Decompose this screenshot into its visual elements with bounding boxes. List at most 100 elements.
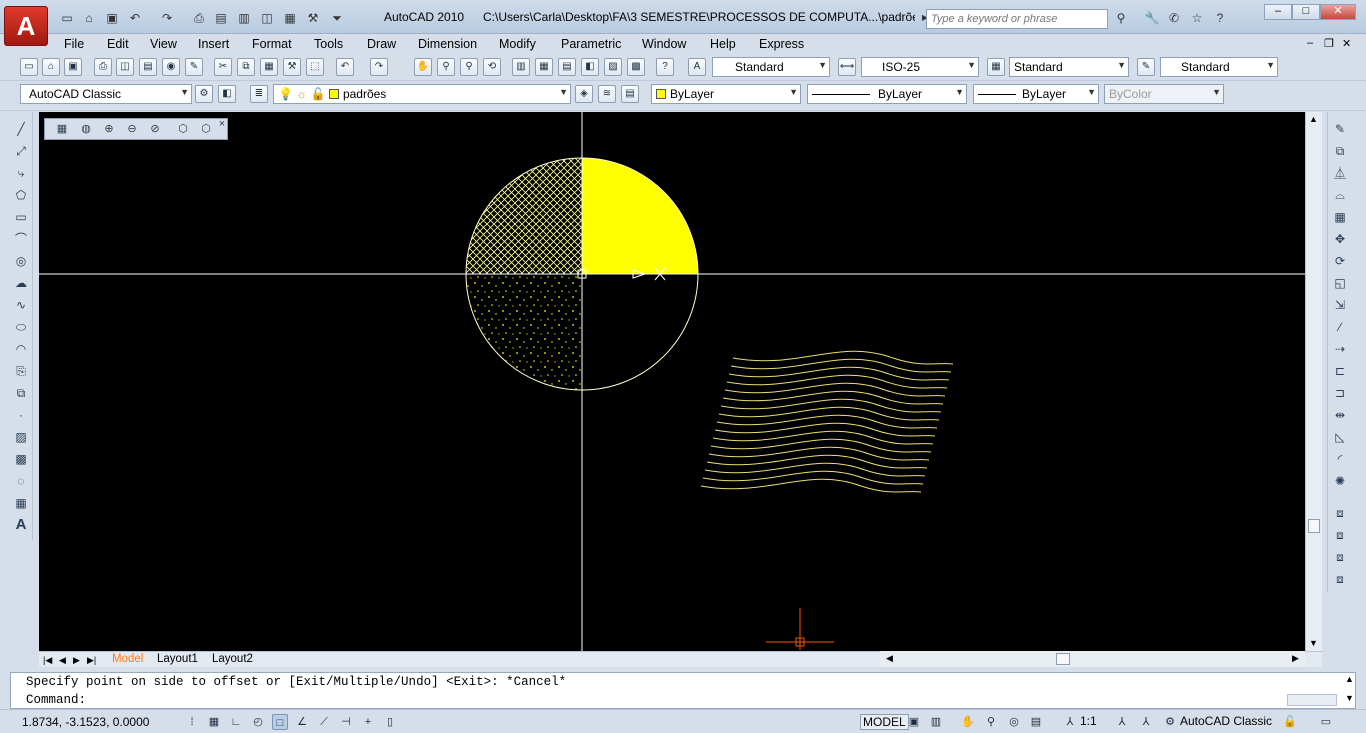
command-scroll-up-icon[interactable]: ▲ [1345,674,1354,684]
make-block-icon[interactable]: ⧉ [12,384,30,402]
open-file-icon[interactable]: ⌂ [80,10,98,26]
scroll-left-icon[interactable]: ◀ [886,653,893,664]
mirror-icon[interactable]: ⏅ [1331,164,1349,182]
workspace-switch-icon[interactable]: ⚙ [1162,714,1178,730]
tab-layout1[interactable]: Layout1 [157,653,198,665]
dim-style-select[interactable]: ISO-25 ▼ [861,57,979,77]
insert-block-icon[interactable]: ⎘ [12,362,30,380]
menu-parametric[interactable]: Parametric [561,37,621,51]
stretch-icon[interactable]: ⇲ [1331,296,1349,314]
text-style-icon[interactable]: A [688,58,706,76]
publish-icon[interactable]: ▤ [212,10,230,26]
explode-icon[interactable]: ✺ [1331,472,1349,490]
offset-icon[interactable]: ⌓ [1331,186,1349,204]
copy-icon[interactable]: ⧉ [237,58,255,76]
save-toolbar-icon[interactable]: ▣ [64,58,82,76]
help-icon[interactable]: ? [1211,10,1229,26]
menu-insert[interactable]: Insert [198,37,229,51]
object-snap-tracking-icon[interactable]: ∠ [294,714,310,730]
circle-icon[interactable]: ◎ [12,252,30,270]
break-icon[interactable]: ⊐ [1331,384,1349,402]
save-icon[interactable]: ▣ [103,10,121,26]
cut-icon[interactable]: ✂ [214,58,232,76]
rectangle-icon[interactable]: ▭ [12,208,30,226]
quick-properties-icon[interactable]: ▯ [382,714,398,730]
draworder-under-icon[interactable]: ⧈ [1331,570,1349,588]
menu-window[interactable]: Window [642,37,686,51]
match-properties-icon[interactable]: ⚒ [304,10,322,26]
view-cube-close-icon[interactable]: ⬡ [197,121,215,138]
sheet-set-icon[interactable]: ◧ [581,58,599,76]
block-editor-icon[interactable]: ⬚ [306,58,324,76]
zoom-realtime-icon[interactable]: ⚲ [437,58,455,76]
draworder-above-icon[interactable]: ⧈ [1331,548,1349,566]
plot-toolbar-icon[interactable]: ⎙ [94,58,112,76]
menu-tools[interactable]: Tools [314,37,343,51]
first-tab-icon[interactable]: |◀ [43,655,52,666]
quick-view-drawings-icon[interactable]: ▥ [928,714,944,730]
table-style-icon[interactable]: ▦ [987,58,1005,76]
3d-orbit-remove-icon[interactable]: ⊖ [123,121,141,138]
etransmit-icon[interactable]: ✎ [185,58,203,76]
scroll-down-icon[interactable]: ▼ [1309,638,1318,648]
steering-wheel-icon[interactable]: ◎ [1006,714,1022,730]
properties-palette-icon[interactable]: ▥ [512,58,530,76]
snap-mode-icon[interactable]: ⁞ [184,714,200,730]
table-style-select[interactable]: Standard ▼ [1009,57,1129,77]
application-menu-button[interactable]: A [4,6,48,46]
point-icon[interactable]: · [12,406,30,424]
preview-icon[interactable]: ◫ [116,58,134,76]
menu-express[interactable]: Express [759,37,804,51]
line-icon[interactable]: ╱ [12,120,30,138]
pan-icon[interactable]: ✋ [414,58,432,76]
redo-icon[interactable]: ↷ [158,10,176,26]
open-icon[interactable]: ⌂ [42,58,60,76]
gradient-icon[interactable]: ▩ [12,450,30,468]
view-cube-icon[interactable]: ⬡ [174,121,192,138]
markup-icon[interactable]: ▨ [604,58,622,76]
object-snap-icon[interactable]: □ [272,714,288,730]
tool-palettes-icon[interactable]: ▤ [558,58,576,76]
menu-file[interactable]: File [64,37,84,51]
arc-icon[interactable]: ⌒ [12,230,30,248]
ortho-mode-icon[interactable]: ∟ [228,714,244,730]
clean-screen-status-icon[interactable]: ▭ [1318,714,1334,730]
command-prompt[interactable]: Command: [26,693,86,707]
menu-draw[interactable]: Draw [367,37,396,51]
text-style-select[interactable]: Standard ▼ [712,57,830,77]
undo-icon[interactable]: ↶ [126,10,144,26]
pan-status-icon[interactable]: ✋ [960,714,976,730]
zoom-status-icon[interactable]: ⚲ [983,714,999,730]
break-at-point-icon[interactable]: ⊏ [1331,362,1349,380]
annotation-scale-icon[interactable]: ⅄ [1062,714,1078,730]
doc-close-button[interactable]: ✕ [1342,37,1351,50]
match-prop-icon[interactable]: ⚒ [283,58,301,76]
chamfer-icon[interactable]: ◺ [1331,428,1349,446]
3d-orbit-icon[interactable]: ◍ [77,121,95,138]
grid-display-icon[interactable]: ▦ [206,714,222,730]
quick-view-layouts-icon[interactable]: ▣ [906,714,922,730]
construction-line-icon[interactable]: ⤢ [12,142,30,160]
paste-icon[interactable]: ▦ [260,58,278,76]
qnew-icon[interactable]: ▭ [20,58,38,76]
move-icon[interactable]: ✥ [1331,230,1349,248]
menu-dimension[interactable]: Dimension [418,37,477,51]
minimize-button[interactable]: – [1264,4,1292,20]
plot-preview-icon[interactable]: ◫ [258,10,276,26]
lineweight-display-icon[interactable]: + [360,714,376,730]
properties-icon[interactable]: ▦ [281,10,299,26]
erase-icon[interactable]: ✎ [1331,120,1349,138]
draworder-back-icon[interactable]: ⧈ [1331,526,1349,544]
lineweight-select[interactable]: ByLayer ▼ [973,84,1099,104]
polyline-icon[interactable]: ⤷ [12,164,30,182]
annotation-scale-value[interactable]: 1:1 [1080,714,1097,728]
grid-view-icon[interactable]: ▦ [53,121,71,138]
join-icon[interactable]: ⇹ [1331,406,1349,424]
undo-toolbar-icon[interactable]: ↶ [336,58,354,76]
3d-dwf-icon[interactable]: ◉ [162,58,180,76]
make-current-layer-icon[interactable]: ◈ [575,85,593,103]
zoom-previous-icon[interactable]: ⟲ [483,58,501,76]
dynamic-input-icon[interactable]: ⊣ [338,714,354,730]
copy-object-icon[interactable]: ⧉ [1331,142,1349,160]
close-button[interactable]: ✕ [1320,4,1356,20]
